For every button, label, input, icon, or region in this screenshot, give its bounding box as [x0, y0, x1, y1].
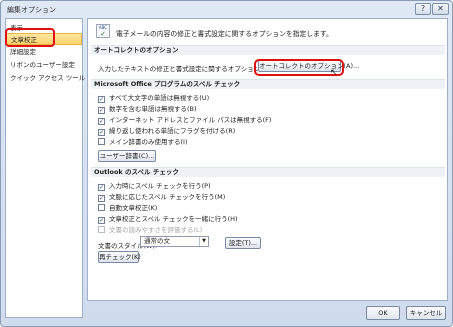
option-label: 入力時にスペル チェックを行う(P) [109, 182, 211, 190]
option-flag-repeated[interactable]: ✓ 繰り返し使われる単語にフラグを付ける(R) [98, 127, 235, 136]
section-autocorrect: オートコレクトのオプション [91, 45, 445, 55]
section-outlook-spelling: Outlook のスペル チェック [91, 167, 445, 177]
writing-style-dropdown[interactable]: 通常の文 ▼ [140, 236, 209, 247]
ok-button[interactable]: OK [366, 306, 400, 320]
chevron-down-icon: ▼ [199, 237, 208, 246]
checkbox[interactable]: ✓ [98, 96, 105, 103]
title-bar: 編集オプション ? ✕ [1, 1, 452, 17]
checkbox[interactable] [98, 138, 105, 145]
category-sidebar: 表示 文章校正 詳細設定 リボンのユーザー設定 クイック アクセス ツール バー [5, 18, 100, 318]
option-label: 文脈に応じたスペル チェックを行う(M) [109, 193, 226, 201]
close-button[interactable]: ✕ [432, 3, 449, 15]
option-label: 繰り返し使われる単語にフラグを付ける(R) [109, 127, 236, 135]
help-button[interactable]: ? [415, 3, 431, 15]
option-ignore-uppercase[interactable]: ✓ すべて大文字の単語は無視する(U) [98, 94, 209, 103]
option-label: すべて大文字の単語は無視する(U) [109, 94, 210, 102]
panel-description: 電子メールの内容の修正と書式設定に関するオプションを指定します。 [116, 30, 333, 38]
option-label: 文書の読みやすさを評価する(L) [109, 226, 203, 234]
checkbox[interactable]: ✓ [98, 129, 105, 136]
option-auto-grammar[interactable]: 自動文章校正(K) [98, 204, 157, 213]
checkbox[interactable] [98, 204, 105, 211]
mouse-pointer-icon: ↖ [330, 68, 338, 78]
checkbox[interactable]: ✓ [98, 118, 105, 125]
spellcheck-icon: ABC ✓ [96, 24, 110, 38]
option-contextual-spelling[interactable]: ✓ 文脈に応じたスペル チェックを行う(M) [98, 193, 225, 202]
option-label: メイン辞書のみ使用する(I) [109, 138, 188, 146]
sidebar-item-ribbon[interactable]: リボンのユーザー設定 [6, 59, 82, 71]
checkbox[interactable]: ✓ [98, 107, 105, 114]
custom-dictionaries-button[interactable]: ユーザー辞書(C)... [98, 150, 156, 162]
grammar-settings-button[interactable]: 設定(T)... [225, 237, 261, 249]
sidebar-item-advanced[interactable]: 詳細設定 [6, 46, 82, 58]
highlight-box [5, 28, 55, 47]
option-grammar-with-spelling[interactable]: ✓ 文章校正とスペル チェックを一緒に行う(H) [98, 215, 238, 224]
checkbox[interactable]: ✓ [98, 217, 105, 224]
option-label: 数字を含む単語は無視する(B) [109, 105, 197, 113]
option-ignore-internet[interactable]: ✓ インターネット アドレスとファイル パスは無視する(F) [98, 116, 271, 125]
option-readability: 文書の読みやすさを評価する(L) [98, 226, 202, 235]
option-label: インターネット アドレスとファイル パスは無視する(F) [109, 116, 272, 124]
option-main-dictionary[interactable]: メイン辞書のみ使用する(I) [98, 138, 188, 147]
option-check-as-you-type[interactable]: ✓ 入力時にスペル チェックを行う(P) [98, 182, 211, 191]
recheck-button[interactable]: 再チェック(K) [98, 251, 141, 263]
checkbox[interactable]: ✓ [98, 184, 105, 191]
sidebar-item-quick-access[interactable]: クイック アクセス ツール バー [6, 72, 100, 84]
options-dialog: 編集オプション ? ✕ 表示 文章校正 詳細設定 リボンのユーザー設定 クイック… [0, 0, 453, 327]
option-ignore-numbers[interactable]: ✓ 数字を含む単語は無視する(B) [98, 105, 197, 114]
section-office-spelling: Microsoft Office プログラムのスペル チェック [91, 79, 445, 89]
option-label: 文章校正とスペル チェックを一緒に行う(H) [109, 215, 238, 223]
cancel-button[interactable]: キャンセル [406, 306, 446, 320]
window-title: 編集オプション [7, 6, 56, 14]
checkbox [98, 226, 105, 233]
writing-style-value: 通常の文 [144, 237, 170, 245]
option-label: 自動文章校正(K) [109, 204, 158, 212]
checkbox[interactable]: ✓ [98, 195, 105, 202]
